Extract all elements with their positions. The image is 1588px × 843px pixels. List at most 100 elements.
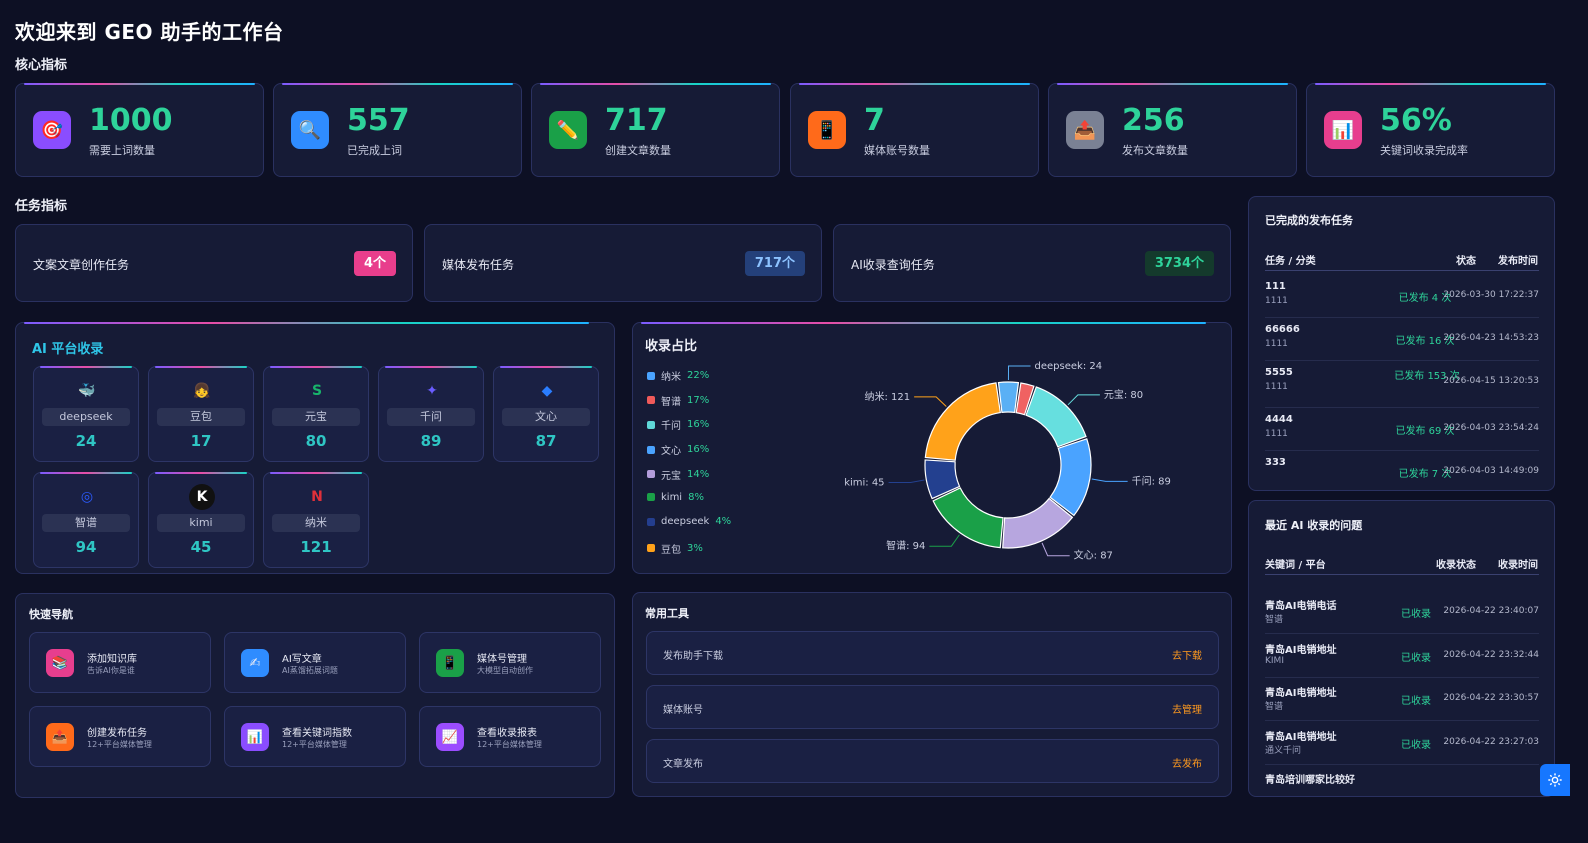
legend-item[interactable]: 千问 16% [647, 417, 709, 432]
tool-label: 媒体账号 [663, 705, 703, 716]
published-row[interactable]: 111 1111 已发布 4 次 2026-03-30 17:22:37 [1265, 275, 1539, 318]
recent-title: 最近 AI 收录的问题 [1265, 519, 1363, 532]
tool-action-link[interactable]: 去下载 [1172, 647, 1202, 662]
platform-card-deepseek[interactable]: 🐳 deepseek 24 [33, 366, 139, 462]
metric-card: 📊 56% 关键词收录完成率 [1306, 83, 1555, 177]
index-time: 2026-04-22 23:32:44 [1443, 649, 1539, 660]
quicknav-item-title: 创建发布任务 [87, 728, 147, 739]
donut-slice-智谱[interactable] [932, 487, 1004, 549]
task-card[interactable]: 媒体发布任务 717个 [424, 224, 822, 302]
quicknav-item[interactable]: ✍ AI写文章 AI蒸馏拓展词题 [224, 632, 406, 693]
legend-item[interactable]: 元宝 14% [647, 467, 709, 482]
legend-item[interactable]: 纳米 22% [647, 368, 709, 383]
tool-action-link[interactable]: 去管理 [1172, 701, 1202, 716]
donut-label: 元宝: 80 [1104, 388, 1143, 401]
core-metrics-title: 核心指标 [15, 58, 68, 73]
quicknav-item-sub: 12+平台媒体管理 [477, 740, 542, 749]
task-category: 1111 [1265, 296, 1288, 306]
tool-action-link[interactable]: 去发布 [1172, 755, 1202, 770]
platform-count: 94 [75, 538, 97, 556]
platform-card-千问[interactable]: ✦ 千问 89 [378, 366, 484, 462]
platform-count: 87 [535, 432, 557, 450]
published-row[interactable]: 4444 1111 已发布 69 次 2026-04-03 23:54:24 [1265, 408, 1539, 451]
metric-value: 557 [347, 103, 410, 138]
platform-name: 文心 [502, 408, 590, 426]
legend-item[interactable]: 豆包 3% [647, 541, 703, 556]
task-label: 媒体发布任务 [442, 258, 515, 272]
task-card[interactable]: AI收录查询任务 3734个 [833, 224, 1231, 302]
legend-item[interactable]: deepseek 4% [647, 516, 731, 527]
recent-row[interactable]: 青岛AI电销地址 KIMI 已收录 2026-04-22 23:32:44 [1265, 635, 1539, 678]
donut-label-line [929, 534, 960, 547]
legend-item[interactable]: kimi 8% [647, 492, 704, 503]
legend-percent: 17% [687, 394, 710, 406]
legend-percent: 4% [715, 516, 732, 528]
platform-card-智谱[interactable]: ◎ 智谱 94 [33, 472, 139, 568]
legend-percent: 22% [687, 370, 710, 381]
platform-card-元宝[interactable]: S 元宝 80 [263, 366, 369, 462]
keyword-platform: 通义千问 [1265, 745, 1302, 756]
tool-item[interactable]: 文章发布 去发布 [646, 739, 1219, 783]
metric-value: 717 [605, 103, 668, 138]
index-time: 2026-04-22 23:40:07 [1443, 606, 1539, 616]
donut-slice-纳米[interactable] [924, 382, 1002, 461]
platform-count: 45 [190, 538, 212, 556]
legend-percent: 8% [688, 491, 704, 503]
task-count-badge: 4个 [353, 251, 396, 276]
platform-card-kimi[interactable]: Kkimi 45 [148, 472, 254, 568]
recent-row[interactable]: 青岛AI电销地址 通义千问 已收录 2026-04-22 23:27:03 [1265, 722, 1539, 765]
phone-icon: 📱 [436, 649, 464, 677]
platform-card-豆包[interactable]: 👧 豆包 17 [148, 366, 254, 462]
platform-name: 元宝 [272, 408, 360, 426]
legend-item[interactable]: 文心 16% [647, 442, 709, 457]
platform-name: 智谱 [42, 514, 130, 532]
keyword-name: 青岛培训哪家比较好 [1265, 775, 1355, 786]
published-row[interactable]: 66666 1111 已发布 16 次 2026-04-23 14:53:23 [1265, 318, 1539, 361]
tool-item[interactable]: 发布助手下载 去下载 [646, 631, 1219, 675]
donut-label: 智谱: 94 [886, 539, 925, 552]
line-chart-icon: 📈 [436, 723, 464, 751]
recent-row[interactable]: 青岛AI电销电话 智谱 已收录 2026-04-22 23:40:07 [1265, 591, 1539, 634]
platform-name: kimi [157, 514, 245, 532]
quicknav-item[interactable]: 📈 查看收录报表 12+平台媒体管理 [419, 706, 601, 767]
settings-button[interactable] [1540, 764, 1570, 796]
platform-card-文心[interactable]: ◆ 文心 87 [493, 366, 599, 462]
platform-card-纳米[interactable]: N 纳米 121 [263, 472, 369, 568]
donut-label: kimi: 45 [844, 478, 884, 489]
tool-item[interactable]: 媒体账号 去管理 [646, 685, 1219, 729]
quicknav-item-title: 查看关键词指数 [282, 728, 352, 739]
index-status: 已收录 [1401, 652, 1431, 664]
task-category: 1111 [1265, 382, 1288, 392]
publish-time: 2026-04-15 13:20:53 [1443, 376, 1539, 386]
recent-row[interactable]: 青岛AI电销地址 智谱 已收录 2026-04-22 23:30:57 [1265, 678, 1539, 721]
published-title: 已完成的发布任务 [1265, 214, 1353, 227]
target-icon: 🎯 [33, 111, 71, 149]
published-panel: 已完成的发布任务 任务 / 分类 状态 发布时间 111 1111 已发布 4 次2… [1248, 196, 1555, 491]
published-row[interactable]: 5555 1111 已发布 153 次 2026-04-15 13:20:53 [1265, 361, 1539, 408]
metric-value: 56% [1380, 103, 1452, 138]
legend-percent: 3% [687, 542, 703, 554]
quicknav-item-title: 查看收录报表 [477, 728, 537, 739]
donut-label-line [914, 396, 947, 407]
quicknav-item[interactable]: 📱 媒体号管理 大模型自动创作 [419, 632, 601, 693]
task-name: 333 [1265, 457, 1286, 468]
index-status: 已收录 [1401, 609, 1431, 620]
published-row[interactable]: 333 已发布 7 次 2026-04-03 14:49:09 [1265, 451, 1539, 490]
legend-swatch [647, 470, 655, 479]
quicknav-item[interactable]: 📚 添加知识库 告诉AI你是谁 [29, 632, 211, 693]
tools-title: 常用工具 [645, 607, 689, 620]
published-header-name: 任务 / 分类 [1265, 256, 1316, 267]
book-icon: 📚 [46, 649, 74, 677]
keyword-name: 青岛AI电销地址 [1265, 688, 1337, 699]
quicknav-item[interactable]: 📤 创建发布任务 12+平台媒体管理 [29, 706, 211, 767]
legend-percent: 14% [687, 468, 710, 480]
metric-label: 发布文章数量 [1122, 144, 1188, 157]
recent-row[interactable]: 青岛培训哪家比较好 [1265, 765, 1539, 796]
legend-item[interactable]: 智谱 17% [647, 393, 709, 408]
published-header-status: 状态 [1456, 256, 1476, 267]
task-card[interactable]: 文案文章创作任务 4个 [15, 224, 413, 302]
bar-chart-icon: 📊 [241, 723, 269, 751]
donut-slice-deepseek[interactable] [997, 381, 1020, 414]
quicknav-item[interactable]: 📊 查看关键词指数 12+平台媒体管理 [224, 706, 406, 767]
legend-name: 千问 [661, 421, 681, 433]
